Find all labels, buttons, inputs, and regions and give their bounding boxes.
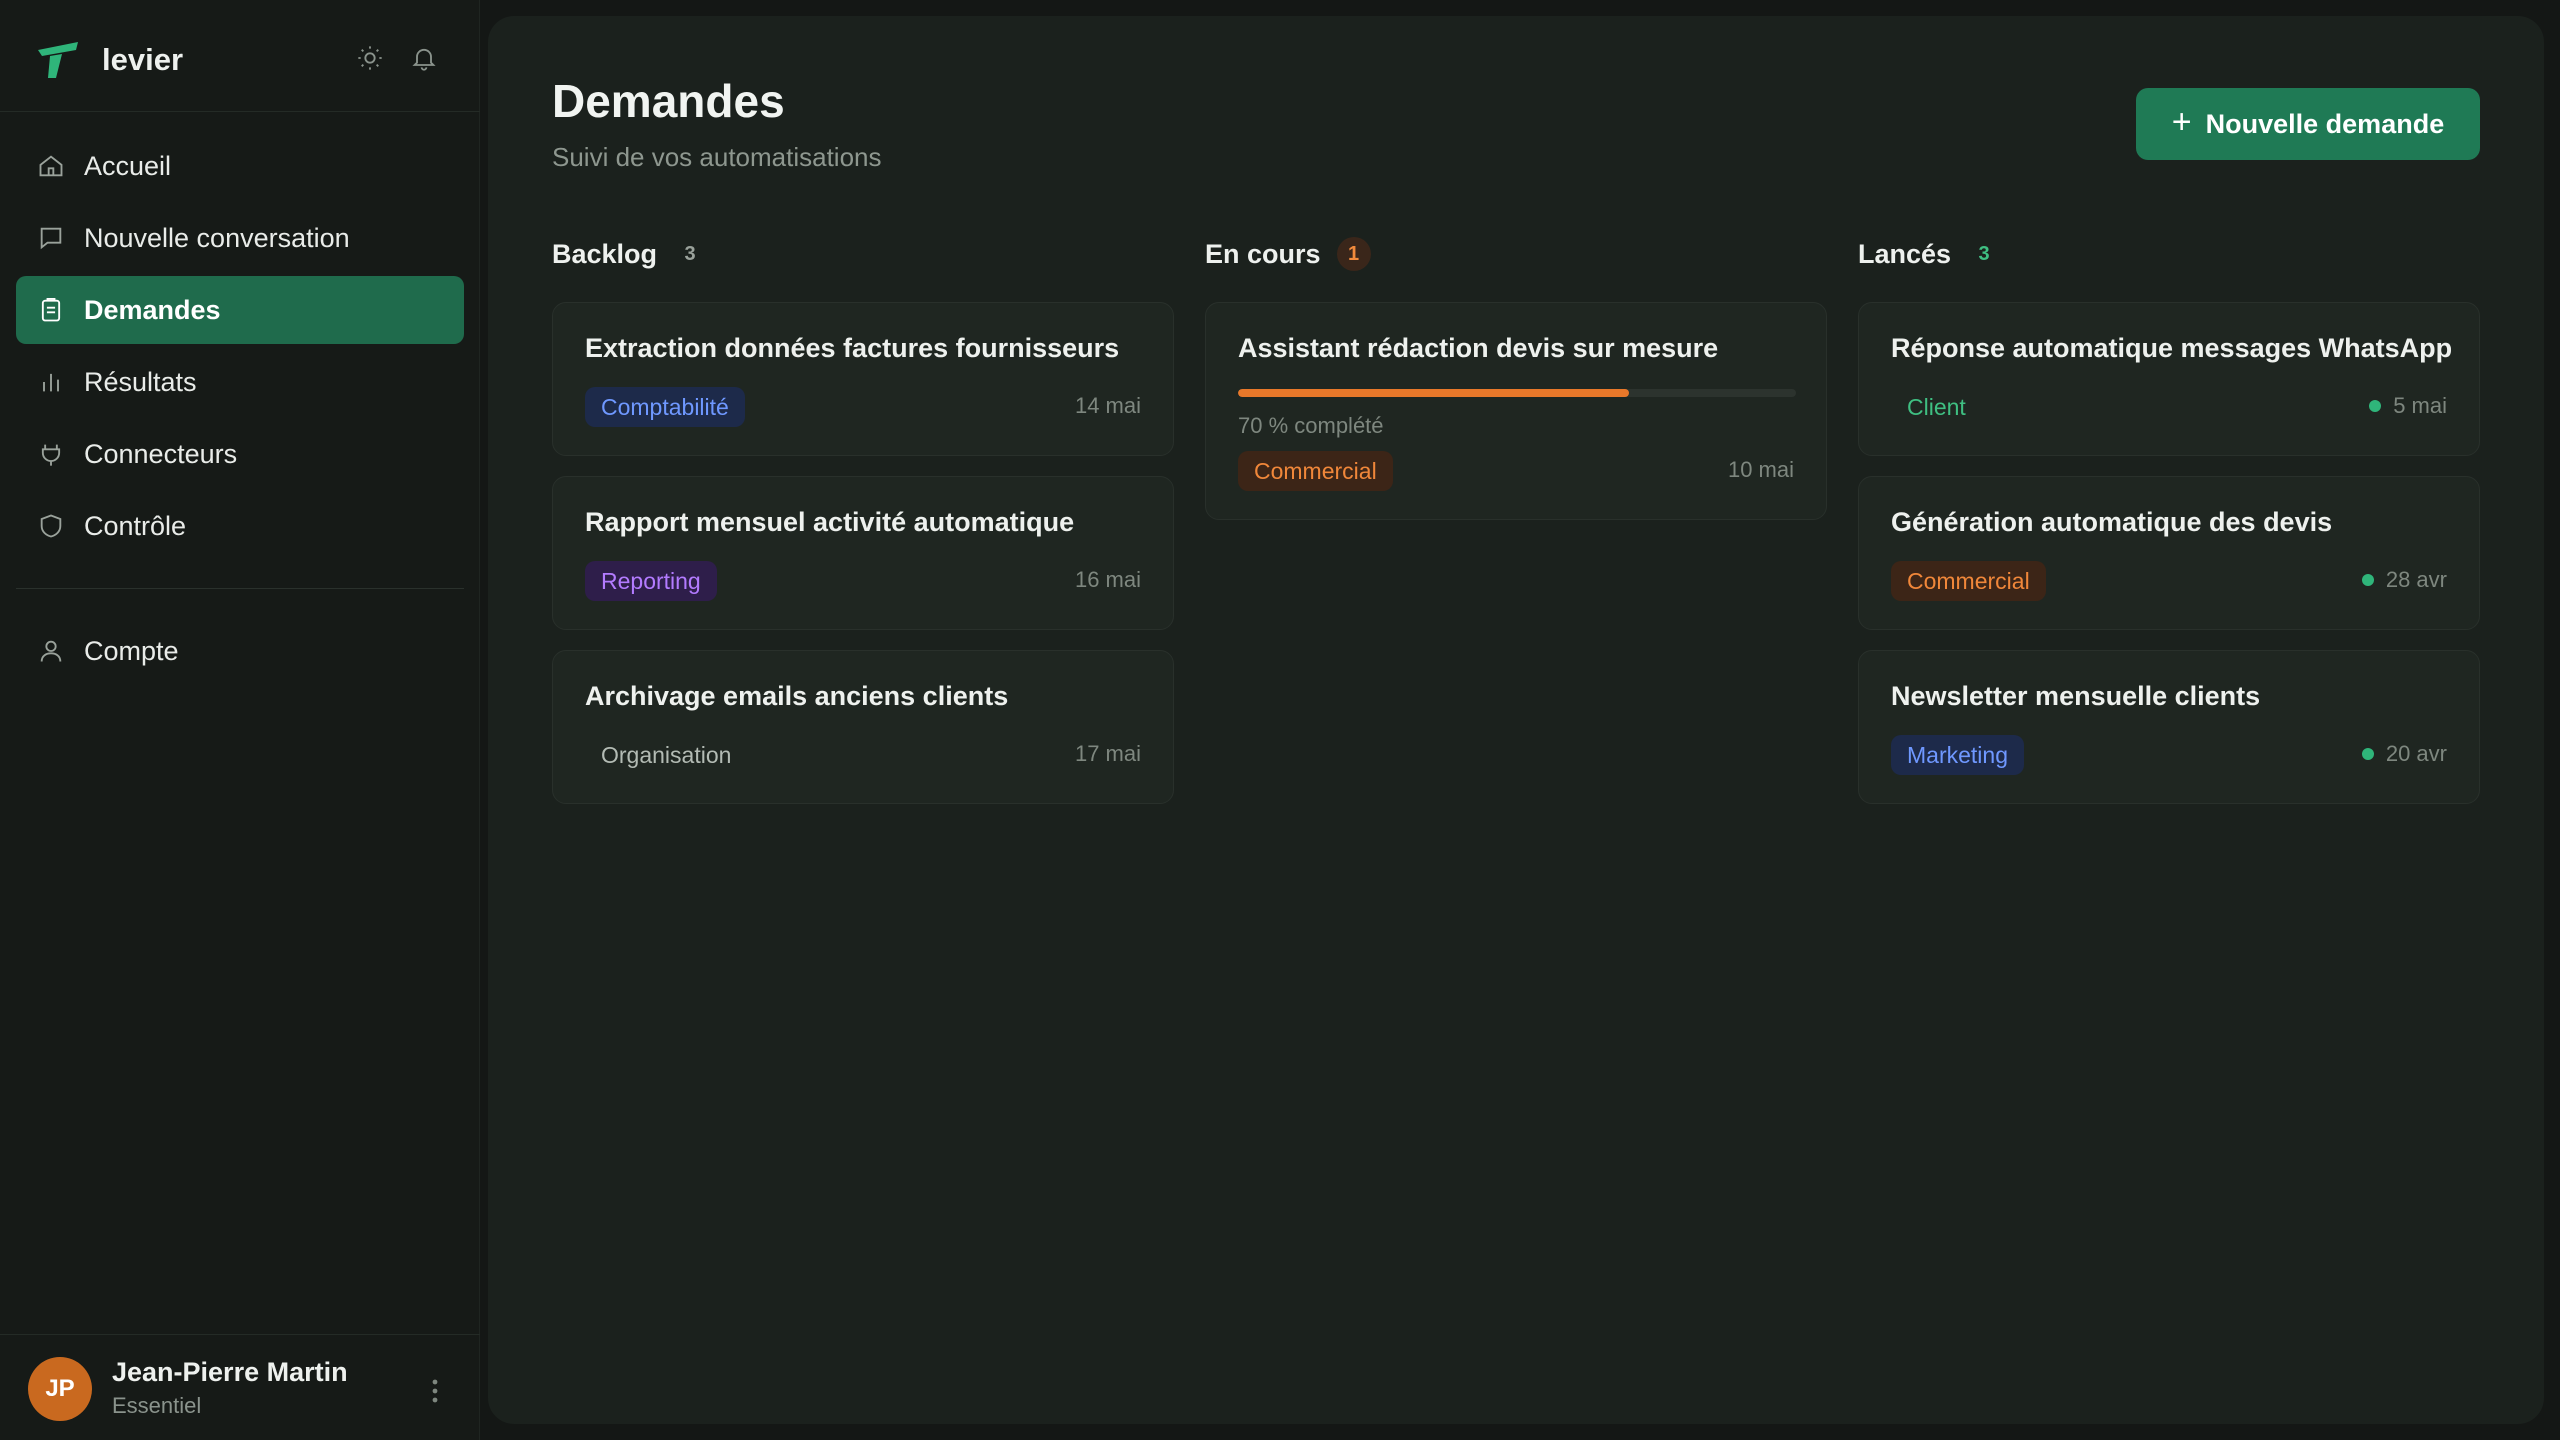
live-status-dot-icon: [2361, 748, 2374, 760]
card-date: 20 avr: [2361, 741, 2447, 767]
nav-item-label: Compte: [84, 635, 179, 666]
clipboard-icon: [36, 295, 66, 325]
card-title: Archivage emails anciens clients: [585, 681, 1009, 711]
request-card[interactable]: Archivage emails anciens clients Organis…: [552, 650, 1174, 804]
card-title: Génération automatique des devis: [1891, 507, 2333, 537]
nav-item-label: Contrôle: [84, 510, 187, 541]
bell-icon: [412, 48, 436, 71]
nav-item-accueil[interactable]: Accueil: [16, 132, 464, 200]
page-subtitle: Suivi de vos automatisations: [552, 142, 882, 172]
nav-item-nouvelle-conversation[interactable]: Nouvelle conversation: [16, 204, 464, 272]
card-title: Newsletter mensuelle clients: [1891, 681, 2261, 711]
progress-text: 70 % complété: [1238, 413, 1384, 438]
category-tag: Client: [1907, 393, 1966, 420]
card-date: 17 mai: [1075, 741, 1141, 767]
sidebar: levier Accueil Nouvelle conversation Dem…: [0, 0, 480, 1440]
column-backlog: Backlog 3 Extraction données factures fo…: [552, 226, 1174, 804]
category-tag: Commercial: [1891, 561, 2046, 601]
bar-chart-icon: [36, 367, 66, 397]
request-card[interactable]: Newsletter mensuelle clients Marketing 2…: [1858, 650, 2480, 804]
nav-item-label: Nouvelle conversation: [84, 222, 350, 253]
category-tag: Marketing: [1891, 735, 2024, 775]
column-header: Backlog 3: [552, 226, 1174, 282]
nav-item-label: Résultats: [84, 366, 197, 397]
category-tag: Comptabilité: [585, 387, 745, 427]
column-count-badge: 1: [1336, 237, 1371, 271]
column-title: En cours: [1205, 238, 1321, 269]
chat-icon: [36, 223, 66, 253]
nav-item-compte[interactable]: Compte: [16, 617, 464, 685]
nav-item-connecteurs[interactable]: Connecteurs: [16, 420, 464, 488]
user-name: Jean-Pierre Martin: [112, 1357, 348, 1387]
card-date-text: 28 avr: [2385, 567, 2447, 592]
card-date-text: 17 mai: [1074, 741, 1141, 766]
card-title: Assistant rédaction devis sur mesure: [1238, 333, 1719, 363]
shield-icon: [36, 511, 66, 541]
theme-toggle-button[interactable]: [348, 36, 392, 80]
user-menu-button[interactable]: [420, 1371, 450, 1411]
levier-logo-icon: [38, 42, 78, 78]
nav-item-demandes[interactable]: Demandes: [16, 276, 464, 344]
card-date-text: 5 mai: [2393, 393, 2447, 418]
sun-icon: [358, 46, 382, 70]
nav-item-label: Connecteurs: [84, 438, 238, 469]
plus-icon: +: [2171, 103, 2192, 141]
user-profile[interactable]: JP Jean-Pierre Martin Essentiel: [0, 1334, 480, 1440]
request-card[interactable]: Génération automatique des devis Commerc…: [1858, 476, 2480, 630]
nav-item-controle[interactable]: Contrôle: [16, 492, 464, 560]
card-title: Extraction données factures fournisseurs: [585, 333, 1120, 363]
column-en-cours: En cours 1 Assistant rédaction devis sur…: [1205, 226, 1827, 520]
card-date: 5 mai: [2369, 393, 2447, 419]
live-status-dot-icon: [2369, 400, 2382, 412]
card-date: 16 mai: [1075, 567, 1141, 593]
card-date-text: 20 avr: [2385, 741, 2447, 766]
plug-icon: [36, 439, 66, 469]
request-card[interactable]: Réponse automatique messages WhatsApp Cl…: [1858, 302, 2480, 456]
new-request-label: Nouvelle demande: [2205, 108, 2445, 139]
card-date: 14 mai: [1075, 393, 1141, 419]
main-panel: Demandes Suivi de vos automatisations + …: [488, 16, 2544, 1424]
request-card[interactable]: Assistant rédaction devis sur mesure 70 …: [1205, 302, 1827, 520]
nav-divider: [16, 588, 464, 589]
category-tag: Reporting: [585, 561, 717, 601]
card-date: 10 mai: [1728, 457, 1794, 483]
avatar: JP: [28, 1357, 92, 1421]
column-header: En cours 1: [1205, 226, 1827, 282]
column-lances: Lancés 3 Réponse automatique messages Wh…: [1858, 226, 2480, 804]
category-tag: Commercial: [1238, 451, 1393, 491]
brand-header: levier: [0, 0, 480, 112]
column-title: Backlog: [552, 238, 658, 269]
more-vertical-icon: [432, 1379, 438, 1403]
user-icon: [36, 636, 66, 666]
column-count-badge: 3: [1978, 242, 1990, 265]
brand-name: levier: [102, 42, 184, 77]
nav-item-resultats[interactable]: Résultats: [16, 348, 464, 416]
nav-item-label: Accueil: [84, 150, 172, 181]
nav-item-label: Demandes: [84, 294, 221, 325]
card-date-text: 16 mai: [1074, 567, 1141, 592]
column-count-badge: 3: [684, 242, 696, 265]
progress-bar-fill: [1238, 389, 1629, 397]
new-request-button[interactable]: + Nouvelle demande: [2136, 88, 2480, 160]
card-title: Réponse automatique messages WhatsApp: [1891, 333, 2453, 363]
home-icon: [36, 151, 66, 181]
card-date-text: 10 mai: [1727, 457, 1794, 482]
user-plan: Essentiel: [112, 1393, 202, 1418]
request-card[interactable]: Extraction données factures fournisseurs…: [552, 302, 1174, 456]
category-tag: Organisation: [601, 741, 732, 768]
progress-bar: [1238, 389, 1796, 397]
main-nav: Accueil Nouvelle conversation Demandes R…: [16, 132, 464, 689]
card-date-text: 14 mai: [1074, 393, 1141, 418]
column-title: Lancés: [1858, 238, 1952, 269]
page-title: Demandes: [552, 75, 785, 127]
card-title: Rapport mensuel activité automatique: [585, 507, 1075, 537]
notifications-button[interactable]: [402, 36, 446, 80]
column-header: Lancés 3: [1858, 226, 2480, 282]
live-status-dot-icon: [2361, 574, 2374, 586]
request-card[interactable]: Rapport mensuel activité automatique Rep…: [552, 476, 1174, 630]
app-window: levier Accueil Nouvelle conversation Dem…: [0, 0, 2560, 1440]
card-date: 28 avr: [2361, 567, 2447, 593]
